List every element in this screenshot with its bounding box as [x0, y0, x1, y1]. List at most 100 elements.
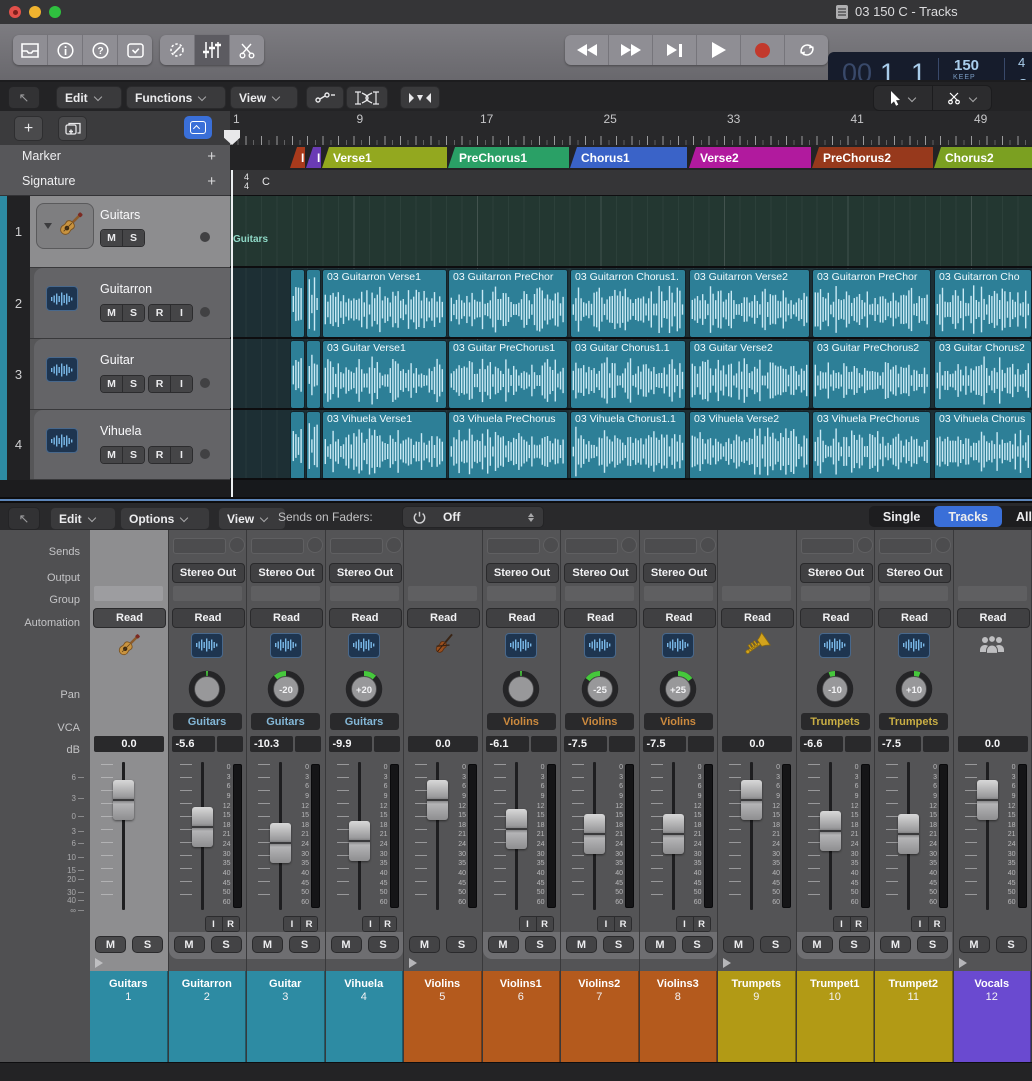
strip-nameplate[interactable]: Trumpet110 — [797, 971, 875, 1009]
output-button[interactable]: Stereo Out — [172, 563, 245, 583]
gain-display[interactable] — [845, 736, 871, 752]
automation-mode-button[interactable]: Read — [643, 608, 716, 628]
strip-nameplate[interactable]: Guitar3 — [247, 971, 325, 1009]
smart-controls-icon[interactable] — [160, 35, 195, 65]
mute-button[interactable]: M — [174, 936, 205, 953]
pan-knob[interactable]: -20 — [247, 666, 325, 712]
strip-nameplate[interactable]: Trumpet211 — [875, 971, 953, 1009]
pointer-tool[interactable] — [874, 86, 933, 110]
stack-disclosure-triangle[interactable] — [409, 958, 417, 968]
track-name[interactable]: Guitarron — [100, 282, 152, 296]
input-monitor-button[interactable]: I — [284, 917, 301, 931]
volume-db-display[interactable]: 0.0 — [408, 736, 478, 752]
group-slot[interactable] — [251, 586, 320, 601]
group-slot[interactable] — [330, 586, 399, 601]
editors-scissors-icon[interactable] — [230, 35, 264, 65]
audio-region[interactable]: 03 Guitarron PreChor — [448, 269, 568, 338]
input-monitor-button[interactable]: I — [171, 447, 192, 463]
strip-nameplate[interactable]: Guitars1 — [90, 971, 168, 1009]
vca-assignment[interactable]: Guitars — [173, 713, 242, 730]
audio-region[interactable]: 03 Guitarron Cho — [934, 269, 1032, 338]
menu-functions[interactable]: Functions — [126, 86, 226, 109]
solo-button[interactable]: S — [682, 936, 713, 953]
marker-PreChorus2[interactable]: PreChorus2 — [812, 147, 933, 168]
channel-strip-violins3[interactable]: Stereo OutRead+25Violins-7.5036912151821… — [640, 530, 719, 1062]
record-enable-button[interactable]: R — [615, 917, 631, 931]
sends-slot[interactable] — [801, 538, 854, 554]
audio-lane[interactable]: 03 Guitarron Verse103 Guitarron PreChor0… — [230, 268, 1032, 339]
group-slot[interactable] — [644, 586, 713, 601]
volume-db-display[interactable]: -6.1 — [486, 736, 529, 752]
record-enable-button[interactable]: R — [149, 376, 171, 392]
mute-button[interactable]: M — [880, 936, 911, 953]
gain-display[interactable] — [531, 736, 557, 752]
input-monitor-button[interactable]: I — [598, 917, 615, 931]
volume-fader[interactable] — [898, 814, 919, 854]
marker-track-header[interactable]: Marker + — [0, 145, 231, 171]
marker-Chorus1[interactable]: Chorus1 — [570, 147, 687, 168]
volume-fader[interactable] — [506, 809, 527, 849]
view-tracks-button[interactable]: Tracks — [934, 506, 1002, 527]
group-slot[interactable] — [565, 586, 634, 601]
quick-help-icon[interactable]: ? — [83, 35, 118, 65]
audio-region[interactable]: 03 Guitarron Verse2 — [689, 269, 810, 338]
gain-display[interactable] — [295, 736, 321, 752]
solo-button[interactable]: S — [839, 936, 870, 953]
duplicate-track-button[interactable] — [58, 116, 87, 141]
send-knob-slot[interactable] — [386, 537, 402, 553]
mute-button[interactable]: M — [95, 936, 126, 953]
automation-mode-button[interactable]: Read — [93, 608, 166, 628]
volume-fader[interactable] — [113, 780, 134, 820]
input-monitor-button[interactable]: I — [171, 305, 192, 321]
solo-button[interactable]: S — [525, 936, 556, 953]
volume-db-display[interactable]: 0.0 — [722, 736, 792, 752]
send-knob-slot[interactable] — [229, 537, 245, 553]
output-button[interactable]: Stereo Out — [643, 563, 716, 583]
record-enable-button[interactable]: R — [851, 917, 867, 931]
rewind-icon[interactable] — [565, 35, 609, 65]
output-button[interactable]: Stereo Out — [800, 563, 873, 583]
solo-button[interactable]: S — [132, 936, 163, 953]
audio-region[interactable]: 03 Vihuela Chorus — [934, 411, 1032, 480]
view-single-button[interactable]: Single — [869, 506, 935, 527]
solo-button[interactable]: S — [289, 936, 320, 953]
channel-strip-vocals[interactable]: Read0.003691215182124303540455060MSVocal… — [954, 530, 1032, 1062]
mute-button[interactable]: M — [101, 230, 123, 246]
solo-button[interactable]: S — [446, 936, 477, 953]
add-signature-button[interactable]: + — [207, 173, 216, 190]
view-all-button[interactable]: All — [1002, 506, 1032, 527]
solo-button[interactable]: S — [123, 230, 144, 246]
send-knob-slot[interactable] — [857, 537, 873, 553]
strip-nameplate[interactable]: Guitarron2 — [169, 971, 247, 1009]
audio-lane[interactable]: 03 Vihuela Verse103 Vihuela PreChorus03 … — [230, 410, 1032, 480]
audio-region[interactable] — [306, 340, 321, 409]
input-monitor-button[interactable]: I — [677, 917, 694, 931]
gain-display[interactable] — [374, 736, 400, 752]
audio-region[interactable]: 03 Guitarron PreChor — [812, 269, 931, 338]
audio-region[interactable]: 03 Vihuela Verse1 — [322, 411, 447, 480]
go-to-end-icon[interactable] — [653, 35, 697, 65]
track-name[interactable]: Guitars — [100, 208, 140, 222]
pan-knob[interactable]: -25 — [561, 666, 639, 712]
track-header-vihuela[interactable]: VihuelaMSRI — [30, 410, 230, 480]
marker-I[interactable]: I — [306, 147, 321, 168]
vca-assignment[interactable]: Violins — [565, 713, 634, 730]
volume-db-display[interactable]: -7.5 — [878, 736, 921, 752]
volume-db-display[interactable]: -10.3 — [250, 736, 293, 752]
pan-knob[interactable]: +25 — [640, 666, 718, 712]
automation-mode-button[interactable]: Read — [957, 608, 1030, 628]
track-header-guitarron[interactable]: GuitarronMSRI — [30, 268, 230, 339]
audio-region[interactable] — [306, 411, 321, 480]
solo-button[interactable]: S — [123, 305, 144, 321]
play-icon[interactable] — [697, 35, 741, 65]
volume-db-display[interactable]: 0.0 — [94, 736, 164, 752]
mute-button[interactable]: M — [101, 376, 123, 392]
solo-button[interactable]: S — [123, 376, 144, 392]
volume-db-display[interactable]: -5.6 — [172, 736, 215, 752]
mixer-icon[interactable] — [195, 35, 230, 65]
solo-button[interactable]: S — [211, 936, 242, 953]
stack-disclosure-triangle[interactable] — [95, 958, 103, 968]
volume-fader[interactable] — [820, 811, 841, 851]
sends-slot[interactable] — [173, 538, 226, 554]
automation-mode-button[interactable]: Read — [800, 608, 873, 628]
